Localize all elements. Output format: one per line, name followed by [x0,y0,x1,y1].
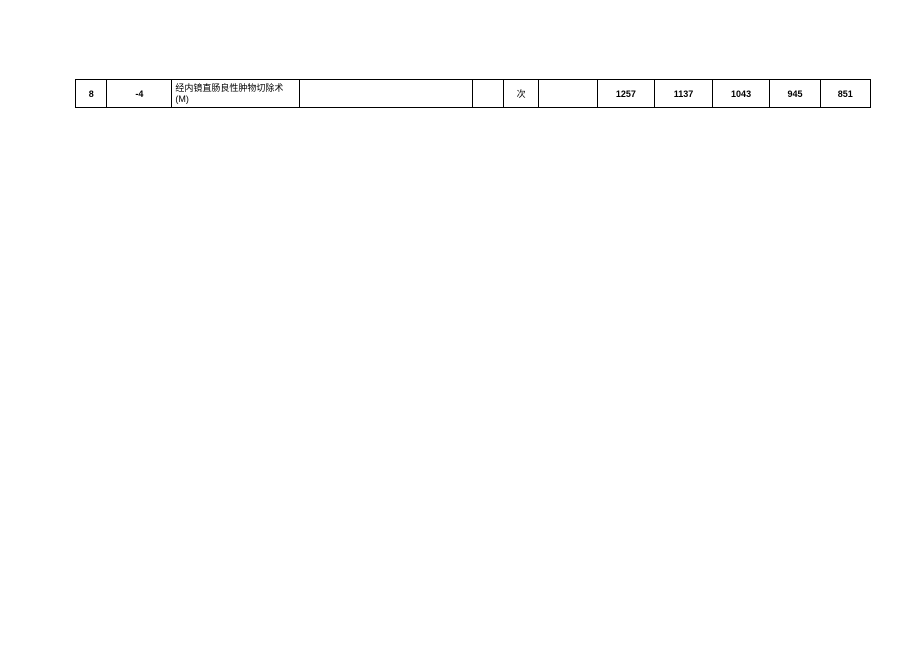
table-row: 8 -4 经内镜直肠良性肿物切除术(M) 次 1257 1137 1043 94… [76,80,871,108]
cell-name: 经内镜直肠良性肿物切除术(M) [172,80,300,108]
cell-desc [300,80,473,108]
cell-unit: 次 [504,80,539,108]
cell-blank2 [538,80,597,108]
cell-val2: 1137 [655,80,713,108]
cell-blank1 [472,80,503,108]
cell-index: 8 [76,80,107,108]
cell-val3: 1043 [712,80,770,108]
cell-sub: -4 [107,80,172,108]
cell-val5: 851 [820,80,870,108]
data-table: 8 -4 经内镜直肠良性肿物切除术(M) 次 1257 1137 1043 94… [75,79,871,108]
cell-val1: 1257 [597,80,655,108]
cell-val4: 945 [770,80,820,108]
table: 8 -4 经内镜直肠良性肿物切除术(M) 次 1257 1137 1043 94… [75,79,871,108]
